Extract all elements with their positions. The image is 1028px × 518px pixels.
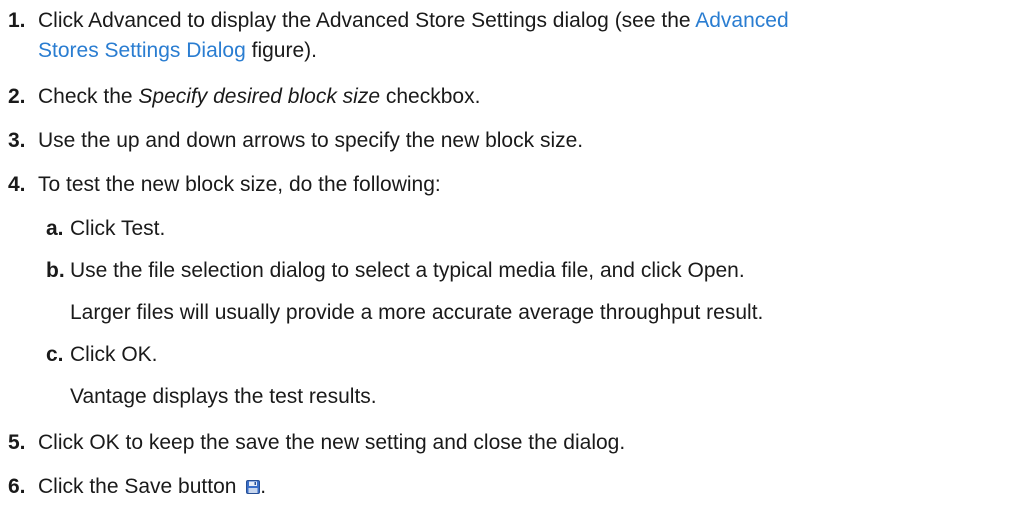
step-text-after: .: [260, 475, 267, 498]
step-number: 4.: [8, 173, 26, 196]
step-text: Check the: [38, 85, 139, 108]
substep-b-note: Larger files will usually provide a more…: [46, 298, 763, 328]
step-number: 1.: [8, 9, 26, 32]
substep-b: b. Use the file selection dialog to selec…: [46, 256, 745, 286]
step-3: 3. Use the up and down arrows to specify …: [8, 126, 1020, 156]
step-number: 5.: [8, 431, 26, 454]
step-text: Click Advanced to display the Advanced S…: [38, 9, 696, 32]
step-5: 5. Click OK to keep the save the new sett…: [8, 428, 1020, 458]
substep-c: c. Click OK.: [46, 340, 158, 370]
step-text: To test the new block size, do the follo…: [38, 173, 441, 196]
note-text: Vantage displays the test results.: [70, 385, 377, 408]
step-text-after: figure).: [245, 39, 317, 62]
substep-text: Click OK.: [70, 343, 158, 366]
advanced-link[interactable]: Advanced: [695, 9, 788, 32]
substep-c-note: Vantage displays the test results.: [46, 382, 377, 412]
substep-number: b.: [46, 259, 65, 282]
substep-number: c.: [46, 343, 64, 366]
step-1: 1. Click Advanced to display the Advanced…: [8, 6, 1020, 36]
step-number: 6.: [8, 475, 26, 498]
substep-number: a.: [46, 217, 64, 240]
note-text: Larger files will usually provide a more…: [70, 301, 764, 324]
substep-a: a. Click Test.: [46, 214, 165, 244]
substep-text: Click Test.: [70, 217, 166, 240]
step-6: 6. Click the Save button .: [8, 472, 1020, 502]
step-number: 3.: [8, 129, 26, 152]
step-number: 2.: [8, 85, 26, 108]
step-2: 2. Check the Specify desired block size c…: [8, 82, 1020, 112]
stores-settings-dialog-link[interactable]: Stores Settings Dialog: [38, 39, 246, 62]
step-1-continuation: Stores Settings Dialog figure).: [38, 36, 317, 66]
step-text-after: checkbox.: [380, 85, 481, 108]
checkbox-name: Specify desired block size: [138, 85, 381, 108]
step-text: Use the up and down arrows to specify th…: [38, 129, 584, 152]
step-text: Click OK to keep the save the new settin…: [38, 431, 626, 454]
step-text: Click the Save button: [38, 475, 243, 498]
save-icon: [246, 473, 261, 494]
step-4: 4. To test the new block size, do the fol…: [8, 170, 1020, 200]
substep-text: Use the file selection dialog to select …: [70, 259, 745, 282]
